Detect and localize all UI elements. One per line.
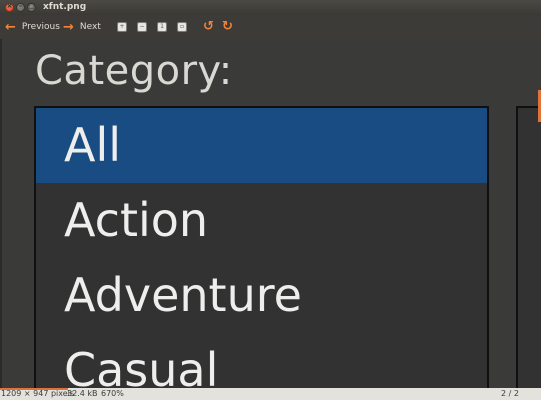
title-bar: × – □ xfnt.png: [0, 0, 541, 15]
zoom-normal-icon[interactable]: 1: [157, 22, 167, 32]
zoom-fit-icon[interactable]: ▫: [177, 22, 187, 32]
rotate-right-icon[interactable]: ↻: [222, 20, 233, 33]
maximize-icon: □: [28, 2, 35, 10]
list-item-casual: Casual: [64, 343, 219, 388]
maximize-window-button[interactable]: □: [27, 2, 36, 12]
viewport-edge: [0, 39, 2, 388]
zoom-level: 670%: [101, 389, 124, 398]
category-listbox: All Action Adventure Casual: [34, 106, 489, 388]
file-size: 32.4 kB: [67, 389, 98, 398]
category-heading: Category:: [35, 48, 233, 94]
list-item-adventure: Adventure: [64, 268, 302, 322]
list-item-action: Action: [64, 193, 209, 247]
window-title: xfnt.png: [43, 2, 87, 12]
list-item-all: All: [36, 108, 487, 183]
toolbar: ← Previous → Next + − 1 ▫ ↺ ↻: [0, 15, 541, 39]
zoom-in-icon[interactable]: +: [117, 22, 127, 32]
arrow-right-icon: →: [63, 19, 74, 35]
image-dimensions: 1209 × 947 pixels: [1, 389, 75, 398]
rotate-left-icon[interactable]: ↺: [203, 20, 214, 33]
next-label: Next: [79, 22, 101, 32]
close-window-button[interactable]: ×: [5, 2, 14, 12]
arrow-left-icon: ←: [5, 19, 16, 35]
minimize-icon: –: [18, 2, 23, 10]
image-viewport[interactable]: Category: All Action Adventure Casual: [0, 39, 541, 388]
minimize-window-button[interactable]: –: [16, 2, 25, 12]
previous-label: Previous: [21, 22, 60, 32]
status-bar: 1209 × 947 pixels 32.4 kB 670% 2 / 2: [0, 388, 541, 400]
side-panel: [516, 106, 541, 388]
previous-button[interactable]: ← Previous: [5, 15, 60, 39]
zoom-out-icon[interactable]: −: [137, 22, 147, 32]
page-counter: 2 / 2: [501, 389, 519, 398]
close-icon: ×: [6, 2, 13, 10]
next-button[interactable]: → Next: [63, 15, 101, 39]
